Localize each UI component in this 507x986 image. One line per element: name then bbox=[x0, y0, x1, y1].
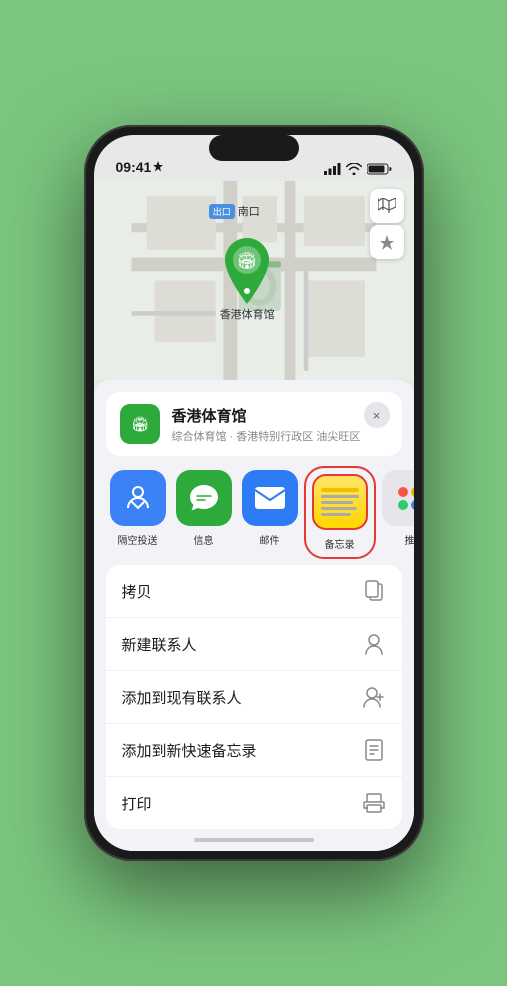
print-icon-svg bbox=[363, 793, 385, 813]
person-plus-icon-svg bbox=[363, 686, 385, 708]
note-icon bbox=[362, 738, 386, 762]
venue-icon-svg: 🏟 bbox=[127, 411, 153, 437]
copy-label: 拷贝 bbox=[122, 581, 152, 602]
home-indicator bbox=[94, 829, 414, 851]
notes-label: 备忘录 bbox=[325, 536, 355, 551]
more-icon bbox=[382, 470, 414, 526]
mail-icon-svg bbox=[253, 485, 287, 511]
signal-icon bbox=[324, 163, 341, 175]
dot-red bbox=[398, 487, 408, 497]
notes-line-2 bbox=[321, 501, 353, 504]
message-icon-svg bbox=[188, 483, 220, 513]
map-south-gate-label: 出口 南口 bbox=[209, 203, 260, 219]
new-contact-label: 新建联系人 bbox=[122, 634, 197, 655]
map-controls bbox=[370, 189, 404, 259]
dot-green bbox=[398, 500, 408, 510]
more-dots bbox=[398, 487, 414, 510]
action-list: 拷贝 新建联系人 bbox=[106, 565, 402, 829]
map-type-icon bbox=[378, 198, 396, 214]
venue-name: 香港体育馆 bbox=[172, 405, 388, 426]
home-bar bbox=[194, 838, 314, 842]
copy-icon-svg bbox=[364, 580, 384, 602]
share-item-airdrop[interactable]: 隔空投送 bbox=[110, 470, 166, 555]
wifi-icon bbox=[346, 163, 362, 175]
notes-line-yellow bbox=[321, 488, 359, 492]
phone-screen: 09:41 bbox=[94, 135, 414, 851]
battery-icon bbox=[367, 163, 392, 175]
phone-frame: 09:41 bbox=[84, 125, 424, 861]
marker-pin-svg: 🏟 bbox=[218, 236, 276, 306]
map-type-button[interactable] bbox=[370, 189, 404, 223]
action-new-contact[interactable]: 新建联系人 bbox=[106, 618, 402, 671]
venue-desc: 综合体育馆 · 香港特别行政区 油尖旺区 bbox=[172, 428, 388, 444]
note-icon-svg bbox=[364, 739, 384, 761]
message-label: 信息 bbox=[194, 532, 214, 547]
person-plus-icon bbox=[362, 685, 386, 709]
person-icon bbox=[362, 632, 386, 656]
notes-icon bbox=[312, 474, 368, 530]
venue-card: 🏟 香港体育馆 综合体育馆 · 香港特别行政区 油尖旺区 × bbox=[106, 392, 402, 456]
dot-blue bbox=[411, 500, 414, 510]
print-label: 打印 bbox=[122, 793, 152, 814]
airdrop-icon bbox=[110, 470, 166, 526]
message-icon bbox=[176, 470, 232, 526]
mail-icon bbox=[242, 470, 298, 526]
share-item-notes[interactable]: 备忘录 bbox=[308, 470, 372, 555]
mail-label: 邮件 bbox=[260, 532, 280, 547]
share-row: 隔空投送 信息 bbox=[94, 466, 414, 565]
action-add-note[interactable]: 添加到新快速备忘录 bbox=[106, 724, 402, 777]
clock: 09:41 bbox=[116, 159, 152, 175]
south-gate-text: 南口 bbox=[238, 203, 260, 219]
copy-icon bbox=[362, 579, 386, 603]
action-copy[interactable]: 拷贝 bbox=[106, 565, 402, 618]
notes-lines bbox=[321, 488, 359, 516]
svg-text:🏟: 🏟 bbox=[131, 416, 149, 432]
venue-close-button[interactable]: × bbox=[364, 402, 390, 428]
map-area: 出口 南口 🏟 香港体育馆 bbox=[94, 181, 414, 380]
dot-yellow bbox=[411, 487, 414, 497]
venue-icon: 🏟 bbox=[120, 404, 160, 444]
marker-label: 香港体育馆 bbox=[220, 306, 275, 322]
notes-line-3 bbox=[321, 507, 357, 510]
south-gate-tag: 出口 bbox=[209, 204, 235, 219]
dynamic-island bbox=[209, 135, 299, 161]
add-existing-label: 添加到现有联系人 bbox=[122, 687, 242, 708]
notes-line-4 bbox=[321, 513, 351, 516]
airdrop-icon-svg bbox=[122, 482, 154, 514]
add-note-label: 添加到新快速备忘录 bbox=[122, 740, 257, 761]
share-item-mail[interactable]: 邮件 bbox=[242, 470, 298, 555]
print-icon bbox=[362, 791, 386, 815]
action-print[interactable]: 打印 bbox=[106, 777, 402, 829]
location-button[interactable] bbox=[370, 225, 404, 259]
venue-info: 香港体育馆 综合体育馆 · 香港特别行政区 油尖旺区 bbox=[172, 405, 388, 444]
person-icon-svg bbox=[364, 633, 384, 655]
notes-line-1 bbox=[321, 495, 359, 498]
share-item-message[interactable]: 信息 bbox=[176, 470, 232, 555]
bottom-sheet: 🏟 香港体育馆 综合体育馆 · 香港特别行政区 油尖旺区 × bbox=[94, 380, 414, 851]
airdrop-label: 隔空投送 bbox=[118, 532, 158, 547]
more-label: 推 bbox=[405, 532, 414, 547]
venue-marker[interactable]: 🏟 香港体育馆 bbox=[218, 236, 276, 322]
status-time: 09:41 bbox=[116, 159, 164, 175]
svg-text:🏟: 🏟 bbox=[237, 252, 257, 270]
action-add-existing[interactable]: 添加到现有联系人 bbox=[106, 671, 402, 724]
status-icons bbox=[324, 163, 392, 175]
compass-icon bbox=[379, 234, 395, 250]
location-status-icon bbox=[153, 161, 163, 173]
share-item-more[interactable]: 推 bbox=[382, 470, 414, 555]
